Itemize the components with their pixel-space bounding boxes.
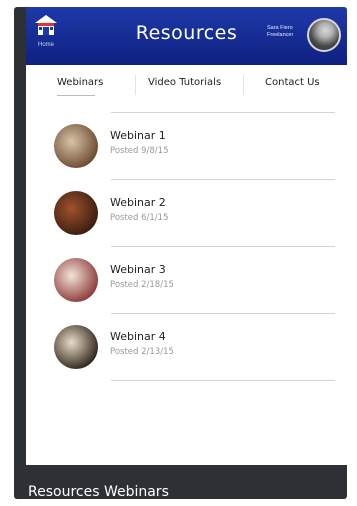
webinar-posted-date: Posted 2/18/15 (110, 280, 174, 290)
webinar-posted-date: Posted 6/1/15 (110, 213, 169, 223)
webinar-thumbnail (54, 258, 98, 302)
webinar-thumbnail (54, 124, 98, 168)
webinar-title: Webinar 4 (110, 330, 166, 343)
list-item[interactable]: Webinar 2 Posted 6/1/15 (26, 180, 347, 246)
list-item[interactable]: Webinar 3 Posted 2/18/15 (26, 247, 347, 313)
list-item[interactable]: Webinar 1 Posted 9/8/15 (26, 113, 347, 179)
webinar-thumbnail (54, 191, 98, 235)
webinar-posted-date: Posted 9/8/15 (110, 146, 169, 156)
webinar-thumbnail (54, 325, 98, 369)
tab-webinars[interactable]: Webinars (57, 77, 103, 88)
tab-separator (135, 75, 136, 95)
webinar-title: Webinar 2 (110, 196, 166, 209)
avatar[interactable] (307, 18, 341, 52)
webinar-title: Webinar 3 (110, 263, 166, 276)
app-screen: Home Resources Sara Fiero Freelancer Web… (26, 7, 347, 465)
tab-video-tutorials[interactable]: Video Tutorials (148, 77, 221, 88)
webinar-posted-date: Posted 2/13/15 (110, 347, 174, 357)
user-name: Sara Fiero Freelancer (267, 25, 294, 38)
tab-contact-us[interactable]: Contact Us (265, 77, 320, 88)
active-tab-indicator (57, 95, 95, 96)
app-header: Home Resources Sara Fiero Freelancer (26, 7, 347, 65)
tab-separator (243, 75, 244, 95)
screen-caption: Resources Webinars (28, 484, 169, 499)
list-divider (111, 380, 335, 381)
app-frame: Home Resources Sara Fiero Freelancer Web… (14, 7, 347, 499)
tab-bar: Webinars Video Tutorials Contact Us (26, 65, 347, 107)
webinar-title: Webinar 1 (110, 129, 166, 142)
list-item[interactable]: Webinar 4 Posted 2/13/15 (26, 314, 347, 380)
